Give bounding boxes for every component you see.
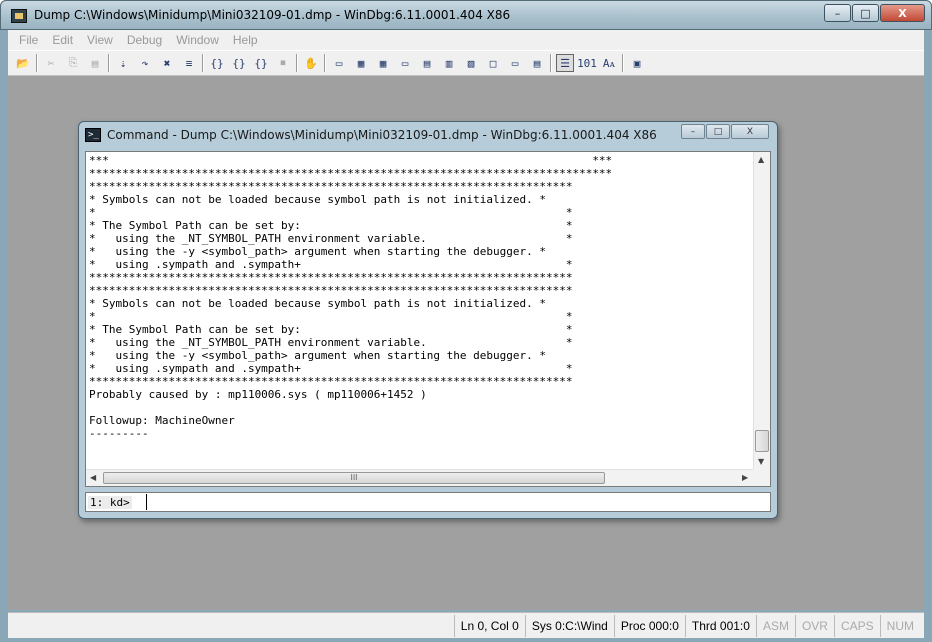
command-window-icon[interactable]: ▭: [330, 54, 348, 72]
command-input[interactable]: [146, 494, 766, 510]
locals-window-icon[interactable]: ▦: [374, 54, 392, 72]
step-into-icon[interactable]: ⇣: [114, 54, 132, 72]
vertical-scroll-thumb[interactable]: [755, 430, 769, 452]
status-caps: CAPS: [833, 614, 880, 637]
cut-icon: ✂: [47, 56, 55, 70]
registers-window-icon[interactable]: ▭: [396, 54, 414, 72]
kd-prompt: 1: kd>: [88, 496, 132, 509]
callstack-window-icon[interactable]: ▥: [440, 54, 458, 72]
toolbar-separator: [202, 54, 204, 72]
source-window-icon[interactable]: ▤: [528, 54, 546, 72]
menu-file[interactable]: File: [12, 33, 45, 47]
scroll-right-arrow-icon[interactable]: ▶: [742, 473, 748, 482]
command-prompt-icon: >_: [85, 128, 101, 142]
close-button[interactable]: X: [880, 4, 925, 22]
status-asm: ASM: [755, 614, 795, 637]
memory-window-icon[interactable]: ▤: [418, 54, 436, 72]
vertical-scrollbar[interactable]: ▲ ▼: [753, 152, 770, 470]
disassembly-window-icon[interactable]: ▧: [462, 54, 480, 72]
command-window-title: Command - Dump C:\Windows\Minidump\Mini0…: [107, 128, 657, 142]
scroll-down-arrow-icon[interactable]: ▼: [758, 457, 764, 466]
scroll-up-arrow-icon[interactable]: ▲: [758, 155, 764, 164]
command-window: >_ Command - Dump C:\Windows\Minidump\Mi…: [78, 121, 778, 519]
window-title: Dump C:\Windows\Minidump\Mini032109-01.d…: [34, 8, 511, 22]
font-icon[interactable]: Aᴀ: [600, 54, 618, 72]
source-mode-icon[interactable]: {}: [208, 54, 226, 72]
title-bar[interactable]: Dump C:\Windows\Minidump\Mini032109-01.d…: [0, 0, 932, 30]
options-icon[interactable]: ▣: [628, 54, 646, 72]
scroll-left-arrow-icon[interactable]: ◀: [90, 473, 96, 482]
copy-icon: ⎘: [68, 56, 78, 69]
menu-help[interactable]: Help: [226, 33, 265, 47]
hand-icon[interactable]: ✋: [302, 54, 320, 72]
run-to-cursor-icon[interactable]: {}: [252, 54, 270, 72]
toolbar-separator: [296, 54, 298, 72]
paste-icon: ▤: [91, 56, 99, 70]
menu-debug[interactable]: Debug: [120, 33, 169, 47]
source-mode-toggle-icon[interactable]: ☰: [556, 54, 574, 72]
command-maximize-button[interactable]: □: [706, 124, 730, 139]
command-line: 1: kd>: [85, 492, 771, 512]
maximize-button[interactable]: □: [852, 4, 879, 22]
step-out-icon[interactable]: {}: [230, 54, 248, 72]
stop-icon: ⏹: [280, 56, 286, 69]
menu-window[interactable]: Window: [169, 33, 226, 47]
toolbar-separator: [550, 54, 552, 72]
status-thrd: Thrd 001:0: [684, 614, 756, 637]
hex-mode-icon[interactable]: 101: [577, 54, 597, 72]
menu-edit[interactable]: Edit: [45, 33, 80, 47]
toolbar-separator: [324, 54, 326, 72]
windbg-app-icon[interactable]: [11, 9, 27, 23]
minimize-button[interactable]: –: [824, 4, 851, 22]
command-close-button[interactable]: X: [731, 124, 769, 139]
scratch-pad-icon[interactable]: □: [484, 54, 502, 72]
status-ovr: OVR: [794, 614, 834, 637]
watch-window-icon[interactable]: ▦: [352, 54, 370, 72]
processes-window-icon[interactable]: ▭: [506, 54, 524, 72]
break-icon[interactable]: ≡: [180, 54, 198, 72]
toolbar-separator: [622, 54, 624, 72]
command-window-title-bar[interactable]: >_ Command - Dump C:\Windows\Minidump\Mi…: [79, 122, 777, 150]
menu-bar: File Edit View Debug Window Help: [8, 30, 924, 50]
status-proc: Proc 000:0: [613, 614, 685, 637]
status-bar: Ln 0, Col 0 Sys 0:C:\Wind Proc 000:0 Thr…: [8, 612, 924, 638]
command-output-text: *** *** ********************************…: [89, 154, 613, 440]
toolbar-separator: [108, 54, 110, 72]
command-minimize-button[interactable]: –: [681, 124, 705, 139]
horizontal-scrollbar[interactable]: ◀ III ▶: [86, 469, 755, 486]
toolbar-separator: [36, 54, 38, 72]
status-sys: Sys 0:C:\Wind: [524, 614, 614, 637]
status-num: NUM: [879, 614, 920, 637]
breakpoint-icon[interactable]: ✖: [158, 54, 176, 72]
toolbar: 📂 ✂ ⎘ ▤ ⇣ ↷ ✖ ≡{}{}{} ⏹ ✋ ▭ ▦ ▦ ▭ ▤ ▥ ▧ □ ▭ ▤ ☰ 101 Aᴀ ▣: [8, 50, 924, 76]
open-icon[interactable]: 📂: [14, 54, 32, 72]
horizontal-scroll-thumb[interactable]: III: [103, 472, 605, 484]
main-window: Dump C:\Windows\Minidump\Mini032109-01.d…: [0, 0, 932, 642]
scrollbar-corner: [753, 469, 770, 486]
status-ln-col: Ln 0, Col 0: [453, 614, 525, 637]
command-output-pane[interactable]: *** *** ********************************…: [85, 151, 771, 487]
step-over-icon[interactable]: ↷: [136, 54, 154, 72]
menu-view[interactable]: View: [80, 33, 120, 47]
